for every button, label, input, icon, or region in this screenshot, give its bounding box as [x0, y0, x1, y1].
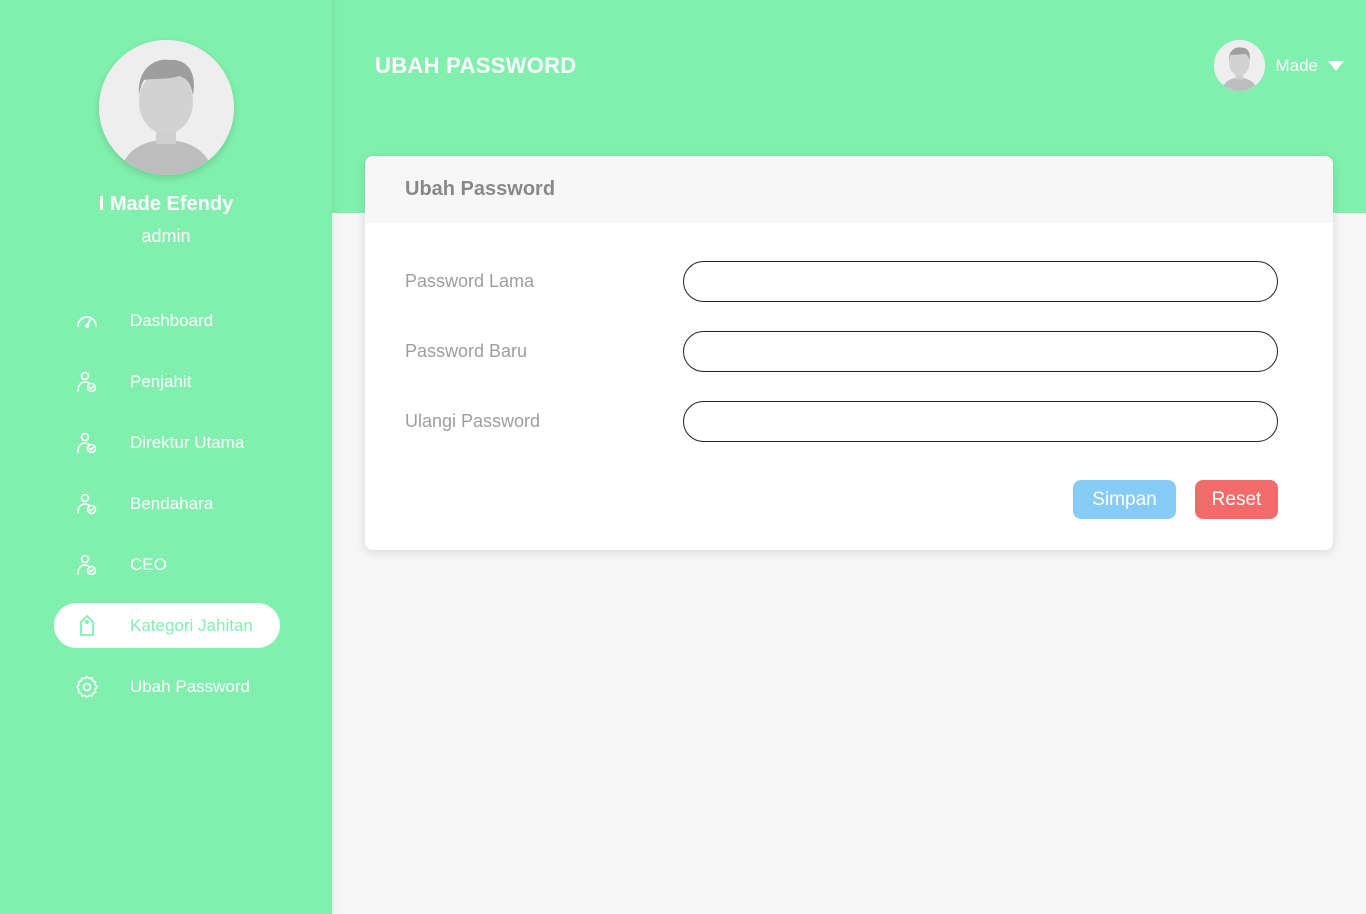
- user-check-icon: [75, 431, 99, 455]
- page-title: UBAH PASSWORD: [375, 53, 577, 78]
- profile-role: admin: [141, 226, 191, 246]
- sidebar-item-kategori-jahitan[interactable]: Kategori Jahitan: [54, 603, 280, 648]
- reset-button[interactable]: Reset: [1195, 480, 1278, 519]
- form-row-old-password: Password Lama: [405, 261, 1278, 302]
- gear-icon: [75, 675, 99, 699]
- new-password-label: Password Baru: [405, 341, 528, 361]
- form-row-new-password: Password Baru: [405, 331, 1278, 372]
- card-title: Ubah Password: [405, 178, 556, 200]
- caret-down-icon: [1328, 60, 1344, 71]
- user-avatar: [1214, 40, 1266, 91]
- confirm-password-label: Ulangi Password: [405, 411, 541, 431]
- sidebar: I Made Efendy admin Dashboard Penjahit D…: [0, 0, 332, 914]
- user-name: Made: [1275, 55, 1318, 75]
- old-password-input[interactable]: [683, 261, 1278, 302]
- sidebar-item-label: Dashboard: [130, 310, 214, 330]
- sidebar-item-ubah-password[interactable]: Ubah Password: [54, 664, 280, 709]
- profile-name: I Made Efendy: [98, 193, 234, 215]
- profile-avatar: [99, 40, 234, 175]
- form-row-confirm-password: Ulangi Password: [405, 401, 1278, 442]
- change-password-card: Ubah Password Password Lama Password Bar…: [365, 156, 1333, 550]
- sidebar-nav: Dashboard Penjahit Direktur Utama Bendah…: [54, 298, 280, 725]
- tag-icon: [75, 614, 99, 638]
- user-menu[interactable]: Made: [1214, 40, 1344, 91]
- sidebar-item-label: Ubah Password: [130, 676, 251, 696]
- sidebar-item-label: Bendahara: [130, 493, 214, 513]
- user-check-icon: [75, 553, 99, 577]
- sidebar-item-label: Kategori Jahitan: [130, 615, 253, 635]
- user-avatar-icon: [1214, 40, 1266, 91]
- sidebar-item-direktur-utama[interactable]: Direktur Utama: [54, 420, 280, 465]
- sidebar-item-ceo[interactable]: CEO: [54, 542, 280, 587]
- sidebar-item-label: Penjahit: [130, 371, 192, 391]
- new-password-input[interactable]: [683, 331, 1278, 372]
- old-password-label: Password Lama: [405, 271, 535, 291]
- sidebar-item-label: Direktur Utama: [130, 432, 245, 452]
- sidebar-item-bendahara[interactable]: Bendahara: [54, 481, 280, 526]
- sidebar-item-penjahit[interactable]: Penjahit: [54, 359, 280, 404]
- sidebar-item-label: CEO: [130, 554, 167, 574]
- sidebar-item-dashboard[interactable]: Dashboard: [54, 298, 280, 343]
- speedometer-icon: [75, 309, 99, 333]
- save-button[interactable]: Simpan: [1073, 480, 1176, 519]
- confirm-password-input[interactable]: [683, 401, 1278, 442]
- user-check-icon: [75, 492, 99, 516]
- card-header: Ubah Password: [365, 156, 1333, 223]
- user-avatar-icon: [99, 40, 234, 175]
- user-check-icon: [75, 370, 99, 394]
